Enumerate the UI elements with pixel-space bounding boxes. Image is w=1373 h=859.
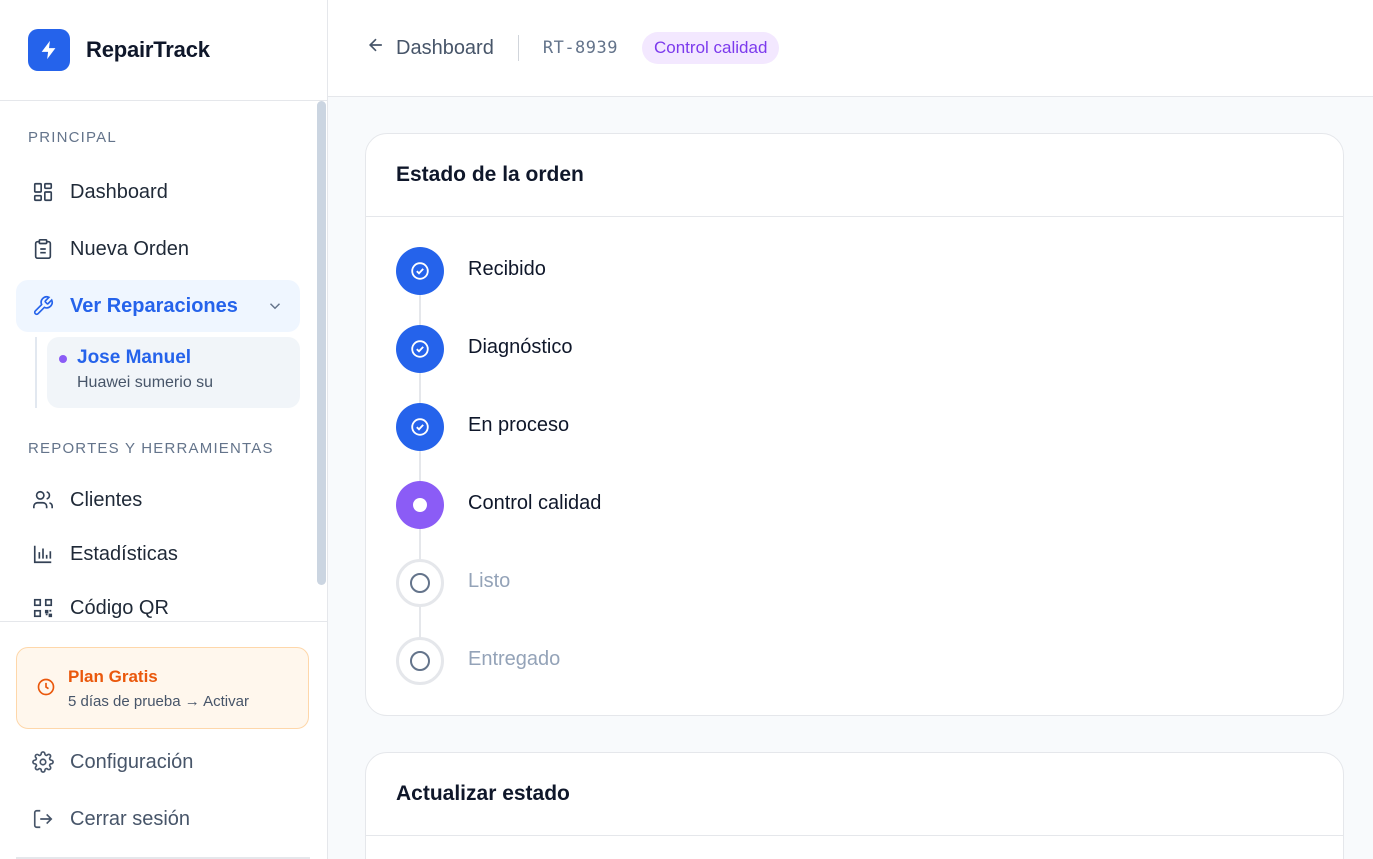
sidebar-item-configuracion[interactable]: Configuración: [16, 736, 300, 788]
main-content: Dashboard RT-8939 Control calidad Estado…: [328, 0, 1373, 859]
back-label: Dashboard: [396, 36, 494, 59]
status-badge: Control calidad: [642, 32, 780, 64]
sidebar: RepairTrack PRINCIPAL Dashboard Nueva Or…: [0, 0, 328, 859]
logout-icon: [31, 807, 55, 831]
bar-chart-icon: [31, 542, 55, 566]
section-label-reportes: REPORTES Y HERRAMIENTAS: [28, 440, 274, 457]
timeline-step-label: Diagnóstico: [468, 336, 573, 358]
timeline-step: En proceso: [366, 403, 1343, 481]
section-label-principal: PRINCIPAL: [28, 129, 117, 146]
sidebar-item-label: Cerrar sesión: [70, 807, 191, 830]
pending-circle-icon: [396, 637, 444, 685]
arrow-left-icon: [366, 35, 386, 61]
timeline-step: Control calidad: [366, 481, 1343, 559]
sidebar-item-clientes[interactable]: Clientes: [16, 474, 300, 526]
current-step-icon: [396, 481, 444, 529]
sidebar-item-dashboard[interactable]: Dashboard: [16, 166, 300, 218]
sidebar-item-label: Ver Reparaciones: [70, 294, 238, 317]
back-button[interactable]: Dashboard: [366, 35, 494, 61]
plan-title: Plan Gratis: [68, 667, 158, 686]
sidebar-item-estadisticas[interactable]: Estadísticas: [16, 528, 300, 580]
timeline-step: Recibido: [366, 247, 1343, 325]
check-circle-icon: [396, 247, 444, 295]
gear-icon: [31, 750, 55, 774]
timeline-step: Diagnóstico: [366, 325, 1343, 403]
wrench-icon: [31, 294, 55, 318]
update-status-card: Actualizar estado: [365, 752, 1344, 859]
plan-desc: 5 días de prueba → Activar: [68, 693, 249, 710]
clock-icon: [36, 677, 56, 702]
sidebar-item-label: Clientes: [70, 488, 143, 511]
check-circle-icon: [396, 403, 444, 451]
grid-icon: [31, 180, 55, 204]
users-icon: [31, 488, 55, 512]
submenu-line: [35, 337, 37, 408]
card-title: Actualizar estado: [366, 753, 1343, 836]
timeline-connector: [419, 451, 421, 481]
timeline-step-label: Listo: [468, 570, 511, 592]
check-circle-icon: [396, 325, 444, 373]
sidebar-item-label: Dashboard: [70, 180, 168, 203]
submenu-item-desc: Huawei sumerio su: [77, 374, 214, 391]
sidebar-item-label: Configuración: [70, 750, 194, 773]
timeline-connector: [419, 529, 421, 559]
status-timeline: Recibido Diagnóstico En proceso Control cal…: [366, 217, 1343, 715]
brand[interactable]: RepairTrack: [0, 0, 327, 101]
scrollbar-thumb[interactable]: [317, 101, 326, 585]
sidebar-item-nueva-orden[interactable]: Nueva Orden: [16, 223, 300, 275]
divider: [517, 35, 519, 61]
brand-name: RepairTrack: [86, 37, 210, 62]
order-id: RT-8939: [542, 38, 618, 58]
pending-circle-icon: [396, 559, 444, 607]
lightning-icon: [28, 29, 70, 71]
sidebar-item-label: Nueva Orden: [70, 237, 189, 260]
order-status-card: Estado de la orden Recibido Diagnóstico En…: [365, 133, 1344, 716]
topbar: Dashboard RT-8939 Control calidad: [328, 0, 1373, 97]
qr-code-icon: [31, 596, 55, 620]
chevron-down-icon[interactable]: [266, 297, 284, 320]
timeline-connector: [419, 607, 421, 637]
timeline-step-label: En proceso: [468, 414, 570, 436]
clipboard-icon: [31, 237, 55, 261]
timeline-step-label: Recibido: [468, 258, 546, 280]
card-title: Estado de la orden: [366, 134, 1343, 217]
status-dot-icon: [59, 355, 67, 363]
sidebar-item-cerrar-sesion[interactable]: Cerrar sesión: [16, 793, 300, 845]
timeline-step: Entregado: [366, 637, 1343, 715]
sidebar-scrollbar[interactable]: [317, 101, 326, 621]
submenu-item-repair[interactable]: Jose Manuel Huawei sumerio su: [47, 337, 300, 408]
sidebar-nav: PRINCIPAL Dashboard Nueva Orden Ver Repa…: [0, 101, 327, 621]
sidebar-item-label: Estadísticas: [70, 542, 178, 565]
plan-card[interactable]: Plan Gratis 5 días de prueba → Activar: [16, 647, 309, 729]
sidebar-footer: Plan Gratis 5 días de prueba → Activar C…: [0, 621, 327, 859]
sidebar-item-codigo-qr[interactable]: Código QR: [16, 582, 300, 621]
timeline-step-label: Entregado: [468, 648, 561, 670]
timeline-connector: [419, 373, 421, 403]
timeline-step: Listo: [366, 559, 1343, 637]
timeline-connector: [419, 295, 421, 325]
sidebar-item-ver-reparaciones[interactable]: Ver Reparaciones: [16, 280, 300, 332]
sidebar-item-label: Código QR: [70, 596, 169, 619]
submenu-item-title: Jose Manuel: [77, 347, 192, 368]
timeline-step-label: Control calidad: [468, 492, 602, 514]
